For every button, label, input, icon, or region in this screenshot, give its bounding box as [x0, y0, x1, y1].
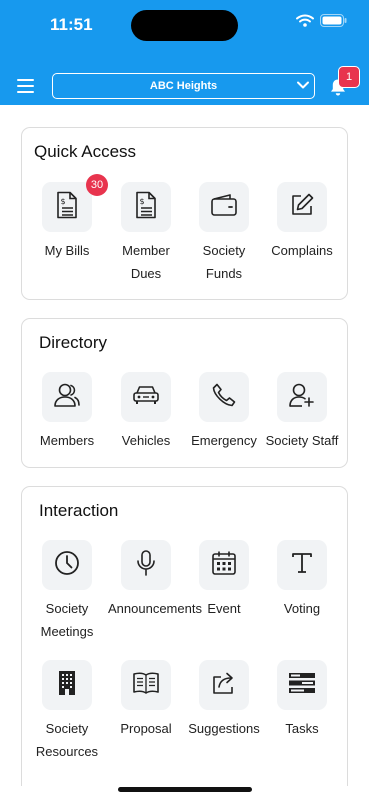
- tile-label: My Bills: [44, 243, 90, 258]
- phone-icon: [211, 382, 237, 413]
- quick-access-title: Quick Access: [34, 142, 137, 161]
- svg-text:$: $: [61, 197, 66, 206]
- tile-voting[interactable]: Voting: [264, 540, 340, 620]
- status-time: 11:51: [50, 15, 93, 34]
- tasks-icon: [288, 672, 316, 699]
- edit-icon: [289, 192, 315, 223]
- tile-label: Society Resources: [35, 721, 99, 759]
- interaction-card: Interaction Society Meetings Announcemen…: [21, 486, 348, 786]
- tile-label: Tasks: [285, 721, 319, 736]
- tile-label: Announcements: [108, 601, 202, 616]
- tile-label: Members: [39, 433, 95, 448]
- tile-member-dues[interactable]: $ Member Dues: [108, 182, 184, 285]
- car-icon: [132, 384, 160, 411]
- dues-document-icon: $: [134, 191, 158, 224]
- tile-label: Emergency: [191, 433, 257, 448]
- bill-icon: $: [55, 191, 79, 224]
- calendar-icon: [211, 550, 237, 581]
- tile-label: Vehicles: [121, 433, 171, 448]
- tile-complains[interactable]: Complains: [264, 182, 340, 262]
- tile-label: Voting: [283, 601, 321, 616]
- tile-society-staff[interactable]: Society Staff: [264, 372, 340, 452]
- chevron-down-icon: [296, 79, 310, 94]
- tile-label: Event: [207, 601, 241, 616]
- menu-icon[interactable]: [17, 79, 34, 93]
- wallet-icon: [210, 193, 238, 222]
- tile-label: Proposal: [120, 721, 172, 736]
- users-icon: [53, 382, 81, 413]
- tile-emergency[interactable]: Emergency: [186, 372, 262, 452]
- dynamic-island: [131, 10, 238, 41]
- directory-title: Directory: [39, 333, 108, 352]
- tile-proposal[interactable]: Proposal: [108, 660, 184, 740]
- tile-event[interactable]: Event: [186, 540, 262, 620]
- directory-card: Directory Members Vehicles Emergency Soc…: [21, 318, 348, 468]
- app-header: 11:51 ABC Heights 1: [0, 0, 369, 105]
- share-icon: [211, 670, 237, 701]
- battery-icon: [320, 14, 347, 27]
- notification-badge: 1: [338, 66, 360, 88]
- tile-tasks[interactable]: Tasks: [264, 660, 340, 740]
- add-user-icon: [288, 382, 316, 413]
- tile-label: Suggestions: [188, 721, 260, 736]
- tile-society-resources[interactable]: Society Resources: [29, 660, 105, 763]
- wifi-icon: [296, 14, 314, 27]
- tile-label: Complains: [271, 243, 333, 258]
- tile-label: Society Staff: [265, 433, 339, 448]
- microphone-icon: [135, 549, 157, 582]
- tile-society-meetings[interactable]: Society Meetings: [29, 540, 105, 643]
- tile-label: Society Funds: [202, 243, 246, 281]
- book-icon: [132, 671, 160, 700]
- interaction-title: Interaction: [39, 501, 119, 520]
- svg-text:$: $: [140, 197, 145, 206]
- status-icons: [296, 14, 347, 27]
- tile-members[interactable]: Members: [29, 372, 105, 452]
- bills-count-badge: 30: [86, 174, 108, 196]
- tile-announcements[interactable]: Announcements: [108, 540, 202, 620]
- tile-suggestions[interactable]: Suggestions: [186, 660, 262, 740]
- tile-society-funds[interactable]: Society Funds: [186, 182, 262, 285]
- home-indicator[interactable]: [118, 787, 252, 792]
- society-select[interactable]: ABC Heights: [52, 73, 315, 99]
- tile-label: Member Dues: [122, 243, 170, 281]
- society-select-value: ABC Heights: [149, 80, 218, 92]
- clock-icon: [54, 550, 80, 581]
- quick-access-card: Quick Access $ 30 My Bills $ Member Dues…: [21, 127, 348, 300]
- tile-my-bills[interactable]: $ 30 My Bills: [29, 174, 108, 262]
- tile-vehicles[interactable]: Vehicles: [108, 372, 184, 452]
- building-icon: [56, 670, 78, 701]
- tile-label: Society Meetings: [40, 601, 94, 639]
- text-icon: [290, 551, 314, 580]
